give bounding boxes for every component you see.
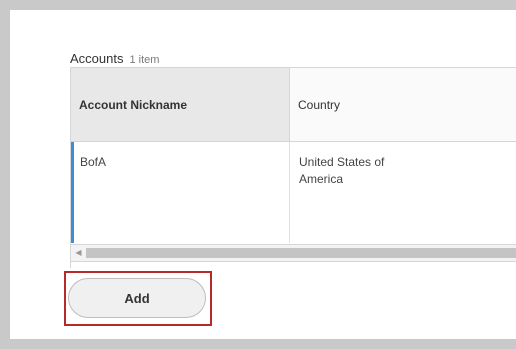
cell-account-nickname: BofA — [71, 142, 290, 243]
country-value-line-1: United States of — [299, 155, 385, 169]
chevron-left-icon[interactable]: ◀ — [71, 245, 86, 261]
scrollbar-thumb[interactable] — [86, 248, 516, 258]
column-header-account-nickname[interactable]: Account Nickname — [71, 68, 290, 141]
column-header-country[interactable]: Country — [290, 68, 516, 141]
account-nickname-value: BofA — [80, 155, 107, 169]
horizontal-scrollbar[interactable]: ◀ — [71, 244, 516, 262]
section-title: Accounts — [70, 51, 124, 66]
accounts-table: Account Nickname Country BofA United Sta… — [70, 67, 516, 268]
accounts-panel: Accounts 1 item Account Nickname Country… — [10, 10, 516, 339]
cell-country: United States of America — [290, 142, 420, 243]
country-value-line-2: America — [299, 172, 344, 186]
section-header: Accounts 1 item — [70, 51, 159, 66]
item-count: 1 item — [129, 54, 160, 66]
table-header: Account Nickname Country — [71, 68, 516, 142]
table-row[interactable]: BofA United States of America — [71, 142, 516, 243]
add-button[interactable]: Add — [68, 278, 206, 318]
